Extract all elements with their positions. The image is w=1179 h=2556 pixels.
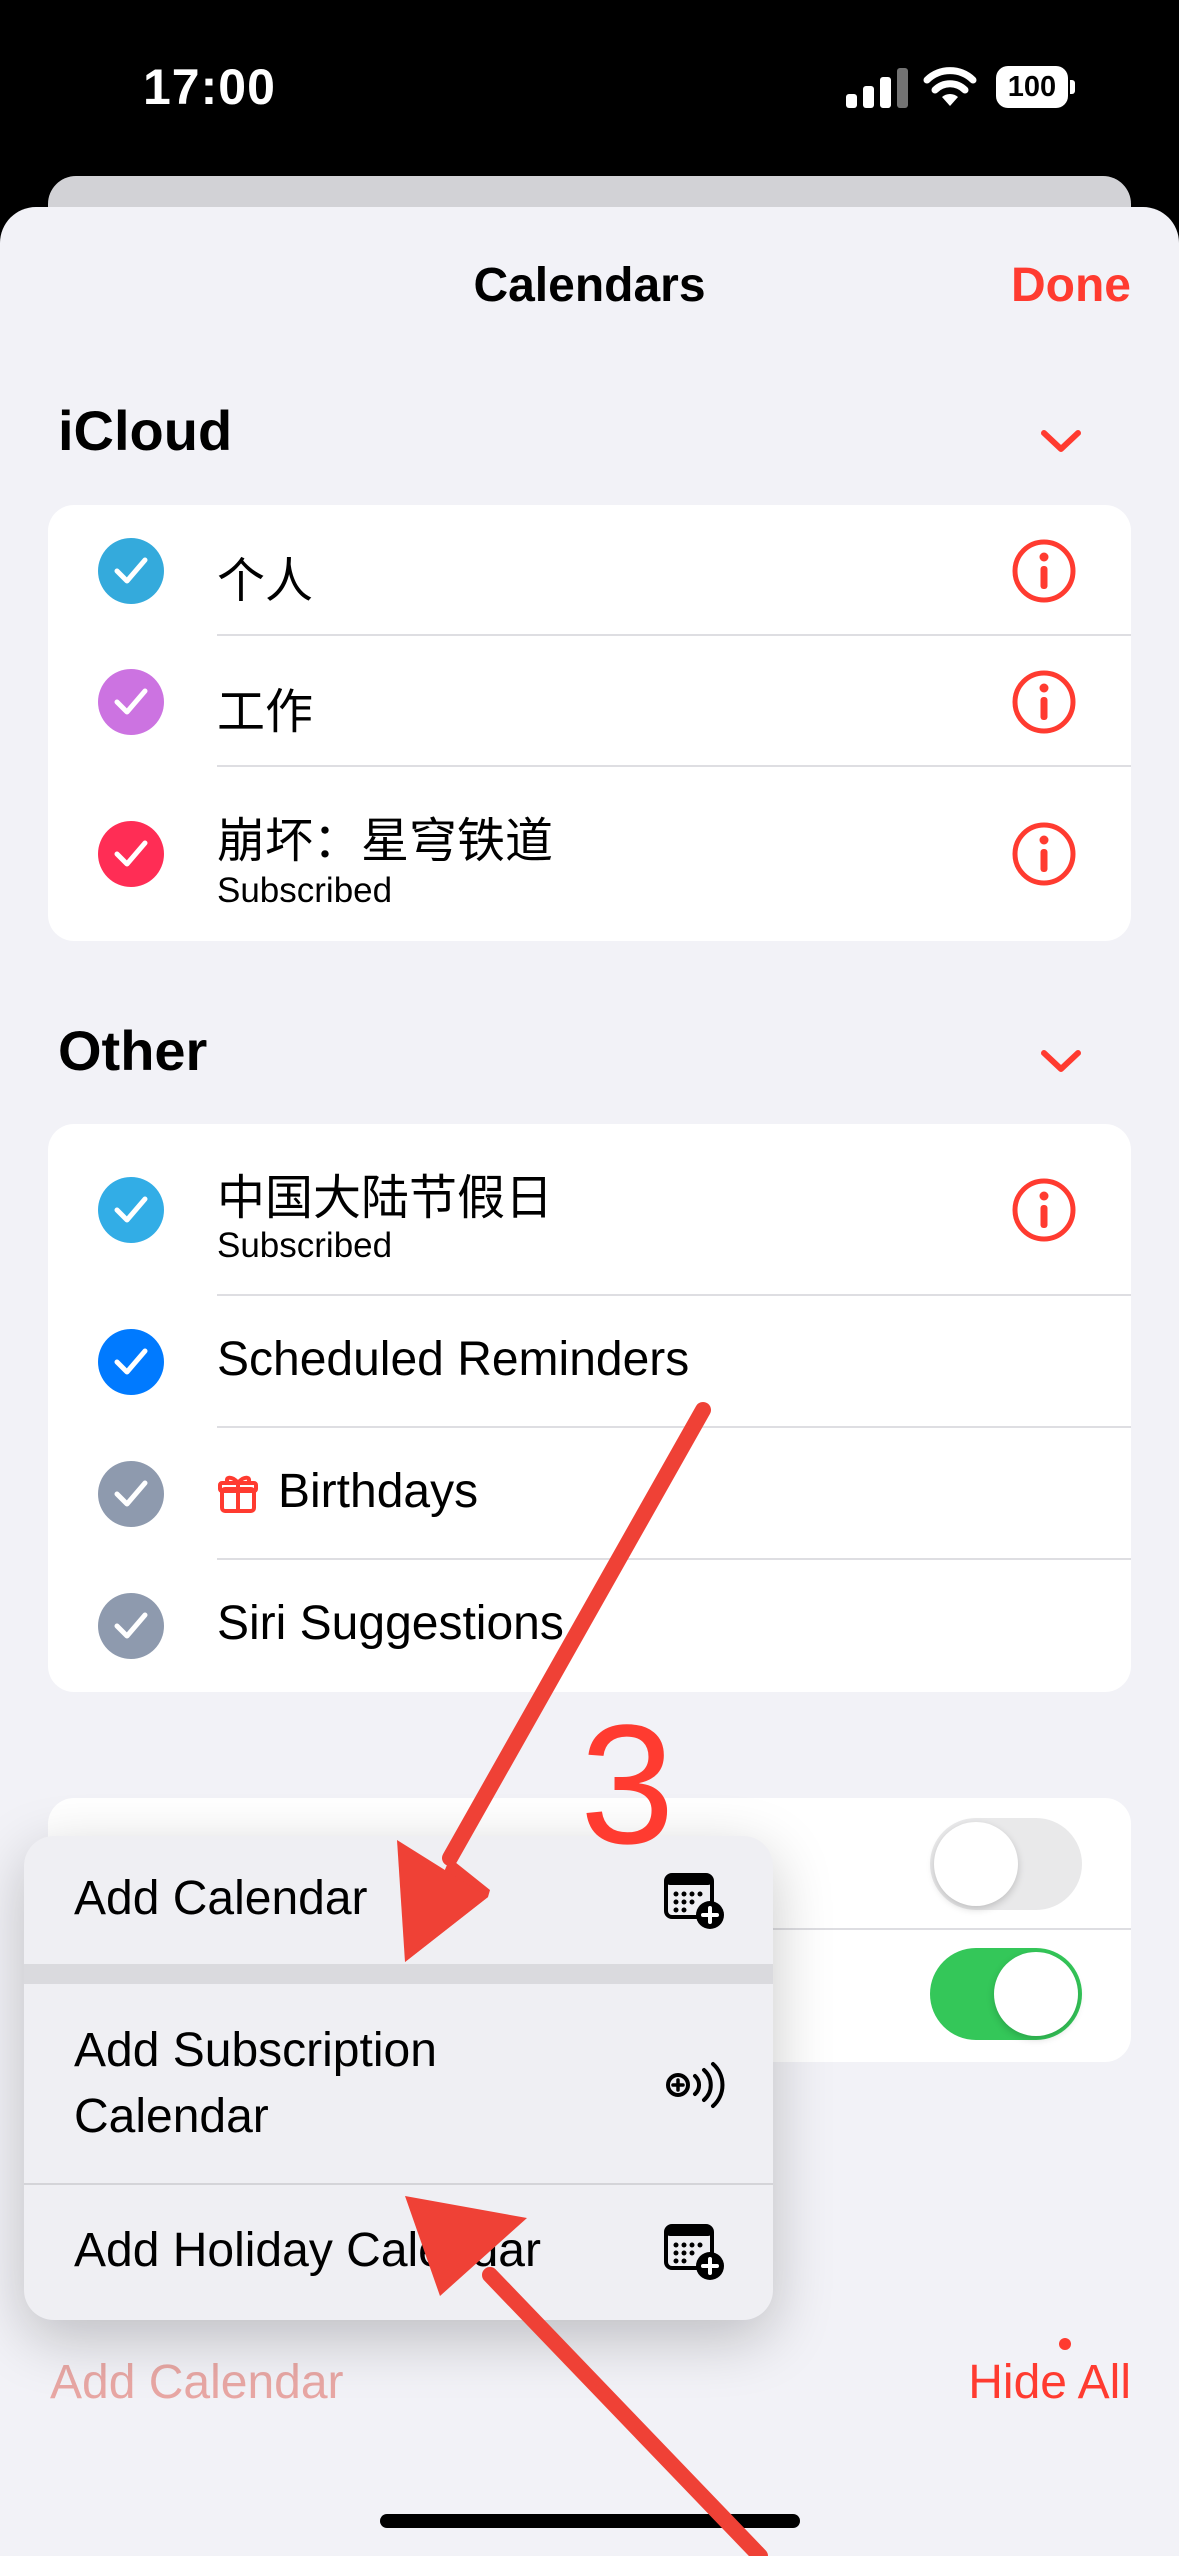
list-item[interactable]: Scheduled Reminders [48,1296,1131,1428]
section-title-icloud: iCloud [58,399,233,462]
wifi-icon [923,67,977,106]
status-bar: 17:00 100 [0,0,1179,175]
menu-item-label-line1: Add Subscription [74,2024,437,2077]
list-item[interactable]: 中国大陆节假日 Subscribed [48,1124,1131,1296]
chevron-down-icon[interactable] [1040,428,1082,454]
calendar-name: 工作 [217,686,314,739]
check-icon[interactable] [98,1329,164,1395]
check-icon[interactable] [98,1461,164,1527]
section-title-other: Other [58,1019,208,1082]
other-calendar-list: 中国大陆节假日 Subscribed Scheduled Reminders B… [48,1124,1131,1692]
indicator-dot [1059,2338,1071,2350]
calendar-name: 中国大陆节假日 [217,1172,554,1225]
list-item[interactable]: 个人 [48,505,1131,636]
list-item[interactable]: Birthdays [48,1428,1131,1560]
info-icon[interactable] [1011,669,1077,735]
calendar-name: 崩坏：星穹铁道 [217,815,554,868]
info-icon[interactable] [1011,821,1077,887]
check-icon[interactable] [98,1177,164,1243]
menu-item-add-subscription-calendar[interactable]: Add Subscription Calendar [24,1984,773,2183]
calendar-name: Scheduled Reminders [217,1333,690,1386]
status-time: 17:00 [143,59,276,115]
menu-item-label: Add Holiday Calendar [74,2224,541,2277]
menu-item-label-line2: Calendar [74,2090,269,2143]
toggle-switch[interactable] [930,1818,1082,1910]
hide-all-button[interactable]: Hide All [968,2355,1131,2410]
add-calendar-menu: Add Calendar Add Subscription Calendar A… [24,1836,773,2320]
calendar-name: 个人 [217,555,314,608]
cellular-signal-icon [846,68,908,108]
menu-item-label: Add Calendar [74,1872,368,1925]
home-indicator [380,2514,800,2528]
list-item[interactable]: 崩坏：星穹铁道 Subscribed [48,767,1131,941]
list-item[interactable]: 工作 [48,636,1131,767]
check-icon[interactable] [98,669,164,735]
gift-icon [218,1475,258,1513]
calendar-subtitle: Subscribed [217,871,393,910]
calendar-name: Birthdays [278,1465,479,1518]
check-icon[interactable] [98,538,164,604]
info-icon[interactable] [1011,538,1077,604]
calendar-add-icon [664,2224,724,2280]
calendar-subtitle: Subscribed [217,1226,393,1265]
calendar-name: Siri Suggestions [217,1597,564,1650]
subscription-add-icon [666,2062,725,2108]
battery-level: 100 [996,66,1068,108]
list-item[interactable]: Siri Suggestions [48,1560,1131,1692]
add-calendar-button[interactable]: Add Calendar [50,2355,344,2410]
check-icon[interactable] [98,821,164,887]
info-icon[interactable] [1011,1177,1077,1243]
check-icon[interactable] [98,1593,164,1659]
step-number: 3 [580,1690,675,1880]
chevron-down-icon[interactable] [1040,1048,1082,1074]
done-button[interactable]: Done [1011,258,1131,313]
icloud-calendar-list: 个人 工作 崩坏：星穹铁道 Subscribed [48,505,1131,941]
page-title: Calendars [473,259,706,312]
battery-icon: 100 [996,66,1076,108]
toggle-switch[interactable] [930,1948,1082,2040]
menu-item-add-holiday-calendar[interactable]: Add Holiday Calendar [24,2185,773,2320]
